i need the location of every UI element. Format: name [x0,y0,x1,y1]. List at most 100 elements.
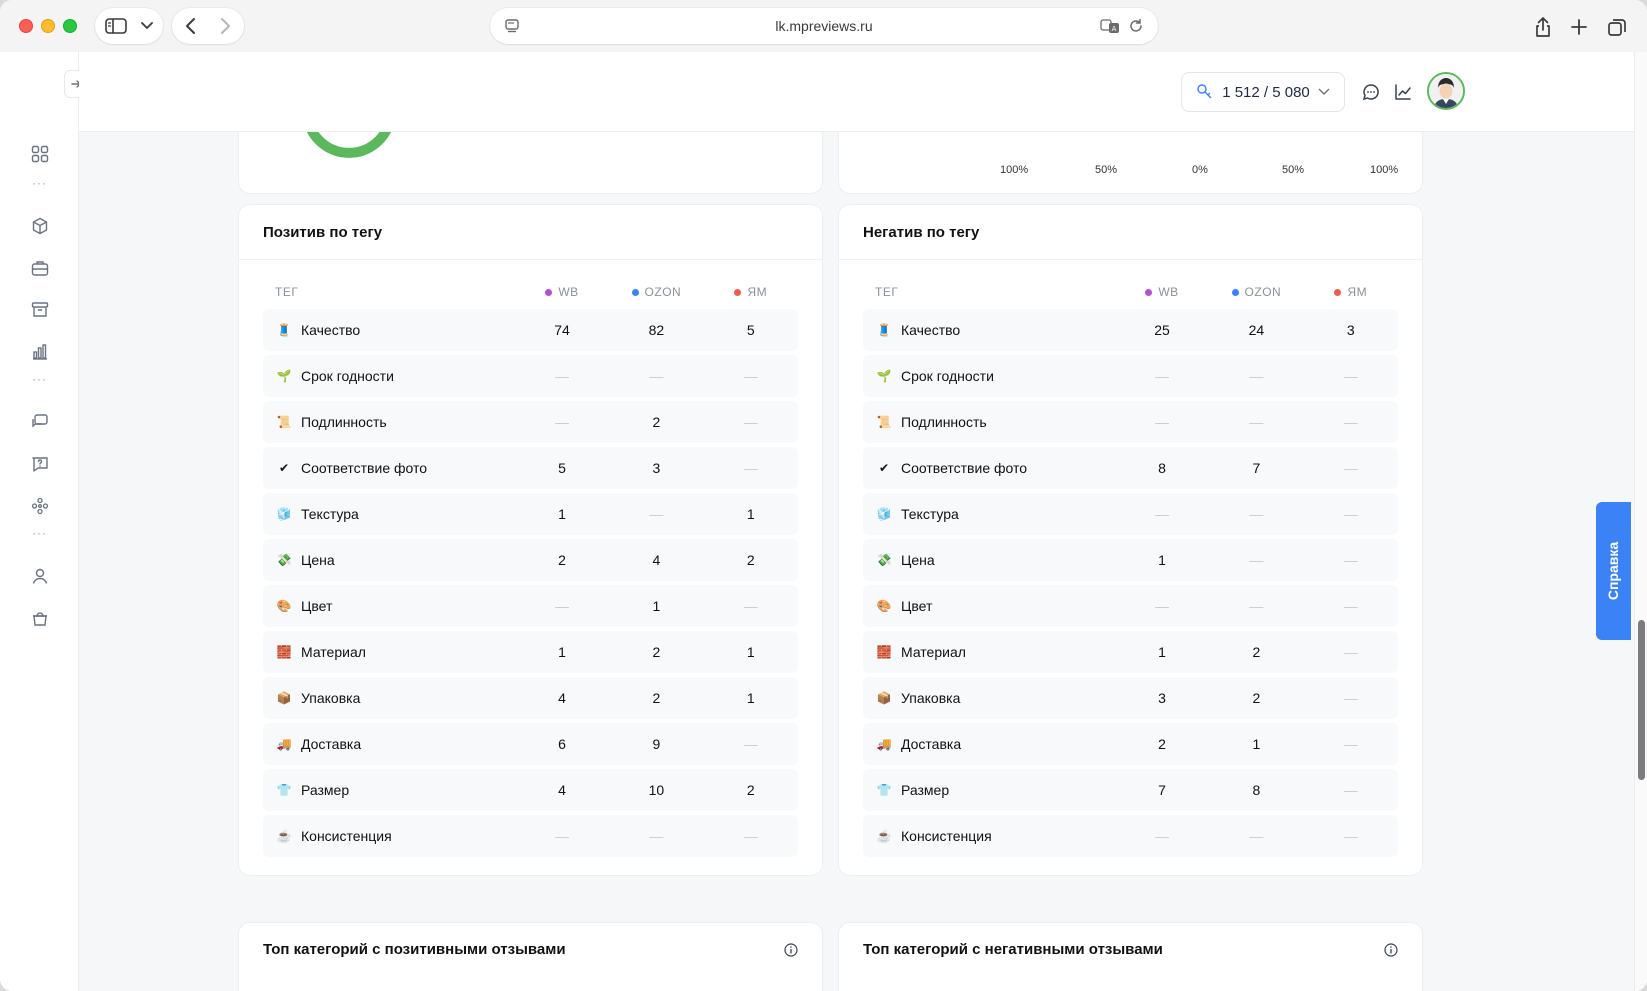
table-row[interactable]: 🌱 Срок годности — — — [863,355,1398,397]
minimize-window-button[interactable] [41,19,55,33]
tag-cell: 🌱 Срок годности [263,367,515,385]
ym-count: 5 [746,322,755,338]
column-wb-label: WB [558,285,579,299]
sidebar-toggle-group[interactable] [95,8,163,44]
help-tab-button[interactable]: Справка [1596,502,1631,640]
column-tag[interactable]: ТЕГ [863,285,1115,299]
scrollbar-thumb[interactable] [1638,620,1645,780]
table-row[interactable]: 📜 Подлинность — — — [863,401,1398,443]
address-bar[interactable]: lk.mpreviews.ru A [490,8,1158,44]
tag-label: Соответствие фото [301,460,428,476]
tab-overview-icon[interactable] [1604,14,1630,40]
table-row[interactable]: 🧱 Материал 1 2 1 [263,631,798,673]
share-icon[interactable] [1530,14,1556,40]
table-row[interactable]: ✔ Соответствие фото 5 3 — [263,447,798,489]
table-row[interactable]: 👕 Размер 7 8 — [863,769,1398,811]
table-row[interactable]: 📦 Упаковка 3 2 — [863,677,1398,719]
svg-text:A: A [1112,25,1117,33]
tag-icon: 📦 [876,691,892,705]
ozon-count: 9 [652,736,661,752]
questions-icon[interactable] [28,452,52,476]
ozon-count: — [649,506,664,522]
table-row[interactable]: 💸 Цена 2 4 2 [263,539,798,581]
tag-icon: 🧱 [876,645,892,659]
analytics-icon[interactable] [28,340,52,364]
wb-count: — [1154,506,1169,522]
table-row[interactable]: 📦 Упаковка 4 2 1 [263,677,798,719]
quota-dropdown[interactable]: 1 512 / 5 080 [1181,72,1345,112]
forward-icon[interactable] [214,15,236,37]
reviews-icon[interactable] [28,410,52,434]
user-avatar[interactable] [1427,72,1465,110]
reload-icon[interactable] [1128,18,1144,34]
ozon-count: 1 [1252,736,1261,752]
tag-icon: 🎨 [876,599,892,613]
tag-cell: 🧊 Текстура [263,505,515,523]
table-row[interactable]: 🌱 Срок годности — — — [263,355,798,397]
wb-count: 1 [558,506,566,522]
table-row[interactable]: ☕ Консистенция — — — [263,815,798,857]
table-row[interactable]: 🎨 Цвет — 1 — [263,585,798,627]
tag-icon: 👕 [276,783,292,797]
wb-count: — [1154,368,1169,384]
wb-count: 4 [558,782,566,798]
column-ozon[interactable]: OZON [609,285,703,299]
profile-icon[interactable] [28,564,52,588]
zoom-window-button[interactable] [63,19,77,33]
tag-label: Консистенция [901,828,992,844]
tag-cell: ✔ Соответствие фото [863,459,1115,477]
column-ym[interactable]: ЯМ [1304,285,1398,299]
info-icon[interactable] [1384,942,1398,957]
stats-icon[interactable] [1391,80,1415,104]
tag-icon: 🧵 [276,323,292,337]
integrations-icon[interactable] [28,494,52,518]
table-row[interactable]: ✔ Соответствие фото 8 7 — [863,447,1398,489]
wb-count: 5 [558,460,566,476]
page-scrollbar[interactable] [1634,52,1647,991]
ozon-count: 24 [1248,322,1265,338]
tag-icon: 🎨 [276,599,292,613]
tag-icon: 🧊 [876,507,892,521]
tag-label: Качество [901,322,961,338]
column-tag[interactable]: ТЕГ [263,285,515,299]
column-wb[interactable]: WB [1115,285,1209,299]
tag-cell: ☕ Консистенция [863,827,1115,845]
table-row[interactable]: 🎨 Цвет — — — [863,585,1398,627]
table-row[interactable]: 💸 Цена 1 — — [863,539,1398,581]
briefcase-icon[interactable] [28,256,52,280]
wb-dot [545,288,553,296]
table-row[interactable]: 🧵 Качество 25 24 3 [863,309,1398,351]
tag-label: Консистенция [301,828,392,844]
archive-icon[interactable] [28,298,52,322]
dashboard-icon[interactable] [28,142,52,166]
table-row[interactable]: 📜 Подлинность — 2 — [263,401,798,443]
column-ym[interactable]: ЯМ [704,285,798,299]
wb-count: — [554,598,569,614]
close-window-button[interactable] [19,19,33,33]
column-ozon[interactable]: OZON [1209,285,1303,299]
positive-by-tag-card: Позитив по тегу ТЕГ WB OZON ЯМ 🧵 Качество… [238,204,823,876]
products-icon[interactable] [28,214,52,238]
chevron-down-icon[interactable] [141,22,153,30]
table-row[interactable]: 🚚 Доставка 6 9 — [263,723,798,765]
translate-icon[interactable]: A [1100,18,1120,34]
table-row[interactable]: 🧊 Текстура 1 — 1 [263,493,798,535]
shop-icon[interactable] [28,606,52,630]
card-header: Негатив по тегу [839,205,1422,260]
table-row[interactable]: ☕ Консистенция — — — [863,815,1398,857]
tag-label: Размер [901,782,950,798]
ozon-count: 4 [652,552,661,568]
new-tab-icon[interactable] [1566,14,1592,40]
table-row[interactable]: 🧵 Качество 74 82 5 [263,309,798,351]
back-icon[interactable] [180,15,202,37]
url-text[interactable]: lk.mpreviews.ru [490,18,1158,34]
axis-label: 0% [1192,164,1208,176]
negative-tag-table: ТЕГ WB OZON ЯМ 🧵 Качество 25 24 3 🌱 Срок годно… [863,275,1398,861]
table-row[interactable]: 🚚 Доставка 2 1 — [863,723,1398,765]
table-row[interactable]: 🧊 Текстура — — — [863,493,1398,535]
chat-icon[interactable] [1359,80,1383,104]
info-icon[interactable] [784,942,798,957]
column-wb[interactable]: WB [515,285,609,299]
table-row[interactable]: 👕 Размер 4 10 2 [263,769,798,811]
table-row[interactable]: 🧱 Материал 1 2 — [863,631,1398,673]
